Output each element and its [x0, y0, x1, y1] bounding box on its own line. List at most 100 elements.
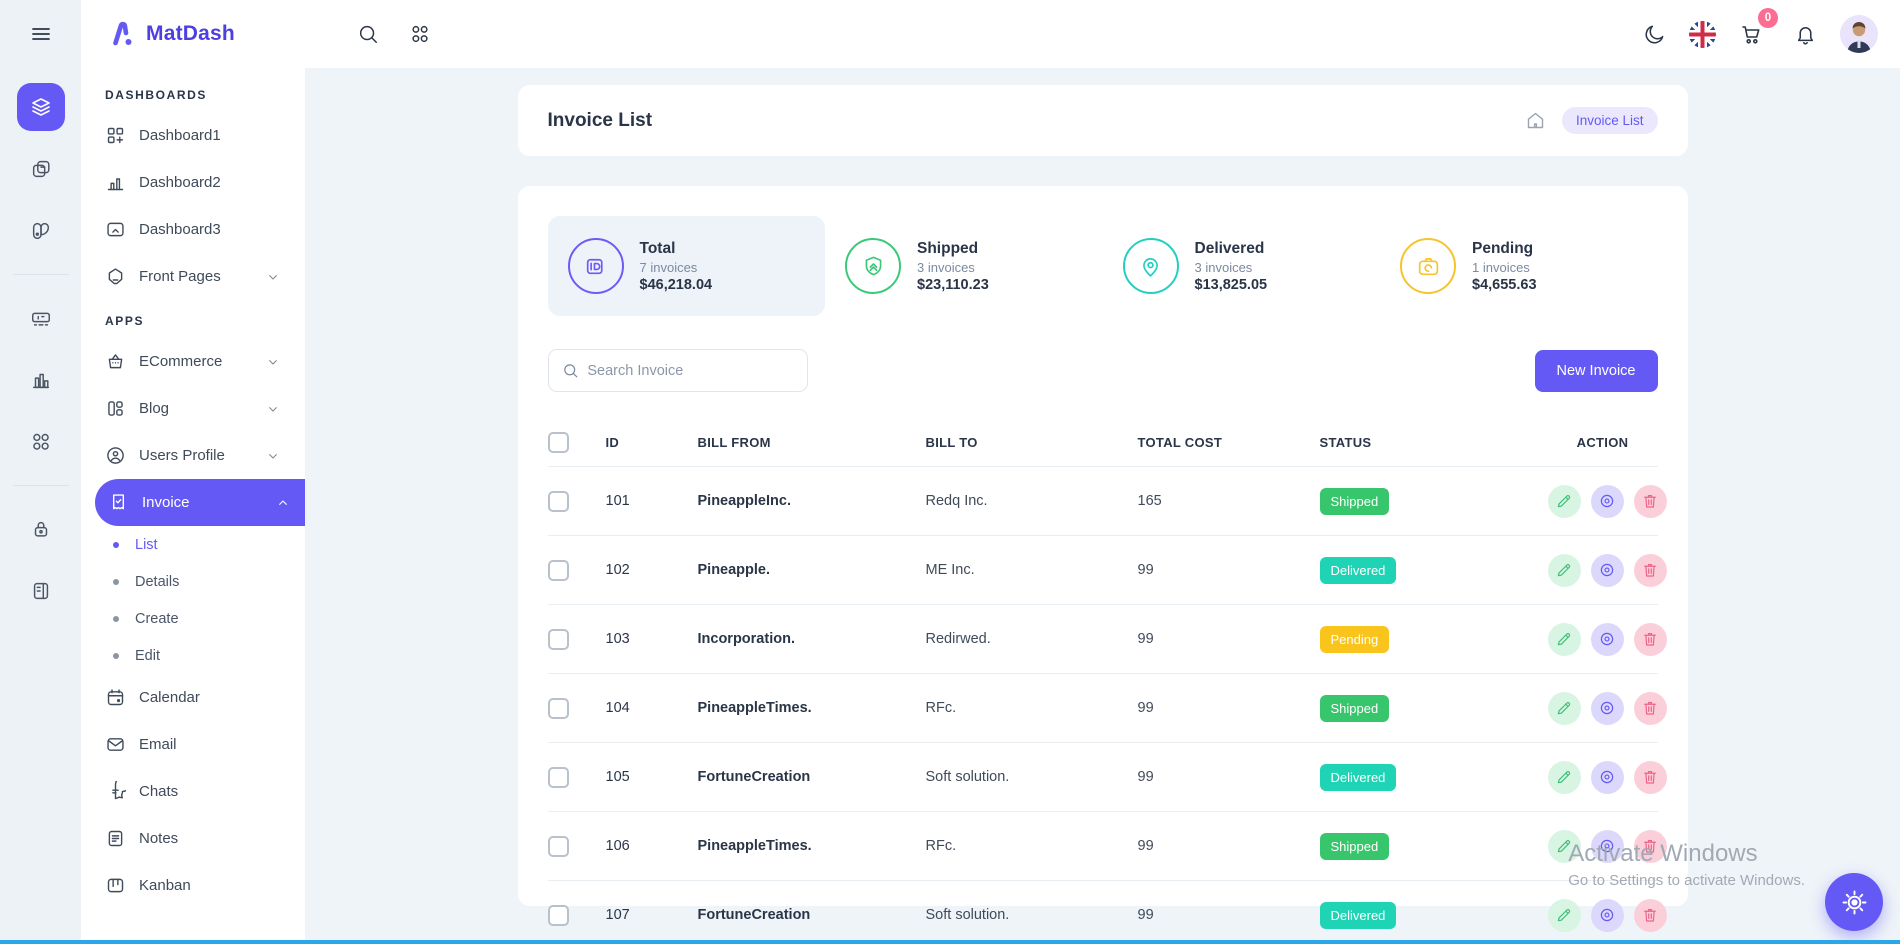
sidebar-item-chats[interactable]: Chats [81, 768, 295, 815]
rail-layers-icon[interactable] [17, 83, 65, 131]
view-button[interactable] [1591, 899, 1624, 932]
invoice-table: IDBILL FROMBILL TOTOTAL COSTSTATUSACTION… [548, 418, 1658, 944]
sidebar-item-dashboard1[interactable]: Dashboard1 [81, 112, 295, 159]
row-checkbox[interactable] [548, 560, 569, 581]
stat-count: 1 invoices [1472, 260, 1537, 275]
delete-button[interactable] [1634, 830, 1667, 863]
cell-id: 101 [606, 493, 698, 509]
row-checkbox[interactable] [548, 836, 569, 857]
row-checkbox[interactable] [548, 629, 569, 650]
view-button[interactable] [1591, 485, 1624, 518]
stat-label: Pending [1472, 240, 1537, 258]
sidebar-item-email[interactable]: Email [81, 721, 295, 768]
sidebar-item-ecommerce[interactable]: ECommerce [81, 338, 295, 385]
table-row: 104PineappleTimes.RFc.99Shipped [548, 673, 1658, 742]
trash-icon [1641, 561, 1659, 579]
rail-doc-page-icon[interactable] [17, 567, 65, 615]
table-header-row: IDBILL FROMBILL TOTOTAL COSTSTATUSACTION [548, 418, 1658, 466]
rail-widgets-icon[interactable] [17, 418, 65, 466]
cell-total-cost: 99 [1138, 562, 1320, 578]
sidebar-subitem-label: Create [135, 611, 179, 627]
rail-lock-icon[interactable] [17, 505, 65, 553]
new-invoice-button[interactable]: New Invoice [1535, 350, 1658, 392]
view-button[interactable] [1591, 692, 1624, 725]
edit-button[interactable] [1548, 485, 1581, 518]
edit-button[interactable] [1548, 554, 1581, 587]
sidebar-subitem-edit[interactable]: Edit [81, 637, 305, 674]
row-checkbox[interactable] [548, 698, 569, 719]
sidebar: MatDash DASHBOARDSDashboard1Dashboard2Da… [81, 0, 305, 944]
invoice-search-input[interactable] [587, 363, 793, 379]
sidebar-item-dashboard3[interactable]: Dashboard3 [81, 206, 295, 253]
view-button[interactable] [1591, 830, 1624, 863]
view-icon [1598, 492, 1616, 510]
edit-button[interactable] [1548, 761, 1581, 794]
row-actions [1548, 899, 1667, 932]
apps-menu-button[interactable] [401, 15, 439, 53]
row-actions [1548, 761, 1667, 794]
sidebar-subitem-create[interactable]: Create [81, 600, 305, 637]
delete-button[interactable] [1634, 692, 1667, 725]
view-button[interactable] [1591, 554, 1624, 587]
user-badge-icon [105, 445, 126, 466]
language-flag-uk-icon[interactable] [1689, 21, 1716, 48]
pencil-icon [1555, 699, 1573, 717]
dark-mode-toggle[interactable] [1635, 15, 1673, 53]
status-badge: Pending [1320, 626, 1390, 653]
stat-count: 7 invoices [640, 260, 713, 275]
delete-button[interactable] [1634, 554, 1667, 587]
search-button[interactable] [349, 15, 387, 53]
edit-button[interactable] [1548, 623, 1581, 656]
sidebar-item-blog[interactable]: Blog [81, 385, 295, 432]
delete-button[interactable] [1634, 485, 1667, 518]
home-button[interactable] [1525, 110, 1546, 131]
edit-button[interactable] [1548, 830, 1581, 863]
invoice-search[interactable] [548, 349, 808, 392]
select-all-checkbox[interactable] [548, 432, 569, 453]
sidebar-item-invoice[interactable]: Invoice [95, 479, 305, 526]
delete-button[interactable] [1634, 899, 1667, 932]
rail-bar-chart-icon[interactable] [17, 356, 65, 404]
sidebar-item-label: Front Pages [139, 268, 221, 285]
top-header: 0 [305, 0, 1900, 68]
sidebar-item-users-profile[interactable]: Users Profile [81, 432, 295, 479]
cart-button[interactable]: 0 [1732, 15, 1770, 53]
sidebar-item-dashboard2[interactable]: Dashboard2 [81, 159, 295, 206]
home-icon [1525, 110, 1546, 131]
stat-label: Shipped [917, 240, 989, 258]
sidebar-item-front-pages[interactable]: Front Pages [81, 253, 295, 300]
status-badge: Shipped [1320, 695, 1390, 722]
row-checkbox[interactable] [548, 905, 569, 926]
edit-button[interactable] [1548, 692, 1581, 725]
trash-icon [1641, 837, 1659, 855]
user-avatar[interactable] [1840, 15, 1878, 53]
notifications-button[interactable] [1786, 15, 1824, 53]
rail-palette-icon[interactable] [17, 207, 65, 255]
sidebar-item-calendar[interactable]: Calendar [81, 674, 295, 721]
menu-toggle-button[interactable] [29, 0, 53, 68]
row-checkbox[interactable] [548, 767, 569, 788]
table-row: 103Incorporation.Redirwed.99Pending [548, 604, 1658, 673]
sidebar-subitem-details[interactable]: Details [81, 563, 305, 600]
cell-bill-to: RFc. [926, 700, 1138, 716]
breadcrumb-current[interactable]: Invoice List [1562, 107, 1658, 134]
sidebar-item-kanban[interactable]: Kanban [81, 862, 295, 909]
stat-card-pending: Pending1 invoices$4,655.63 [1380, 216, 1658, 316]
sidebar-item-label: Calendar [139, 689, 200, 706]
sidebar-subitem-list[interactable]: List [81, 526, 305, 563]
delete-button[interactable] [1634, 623, 1667, 656]
view-button[interactable] [1591, 623, 1624, 656]
delete-button[interactable] [1634, 761, 1667, 794]
sidebar-item-label: ECommerce [139, 353, 222, 370]
rail-cards-icon[interactable] [17, 145, 65, 193]
rail-form-field-icon[interactable] [17, 294, 65, 342]
view-button[interactable] [1591, 761, 1624, 794]
cell-total-cost: 99 [1138, 631, 1320, 647]
stat-label: Delivered [1195, 240, 1268, 258]
row-checkbox[interactable] [548, 491, 569, 512]
status-badge: Shipped [1320, 833, 1390, 860]
sidebar-item-notes[interactable]: Notes [81, 815, 295, 862]
settings-fab-button[interactable] [1825, 873, 1883, 931]
edit-button[interactable] [1548, 899, 1581, 932]
brand-logo[interactable]: MatDash [81, 0, 305, 68]
